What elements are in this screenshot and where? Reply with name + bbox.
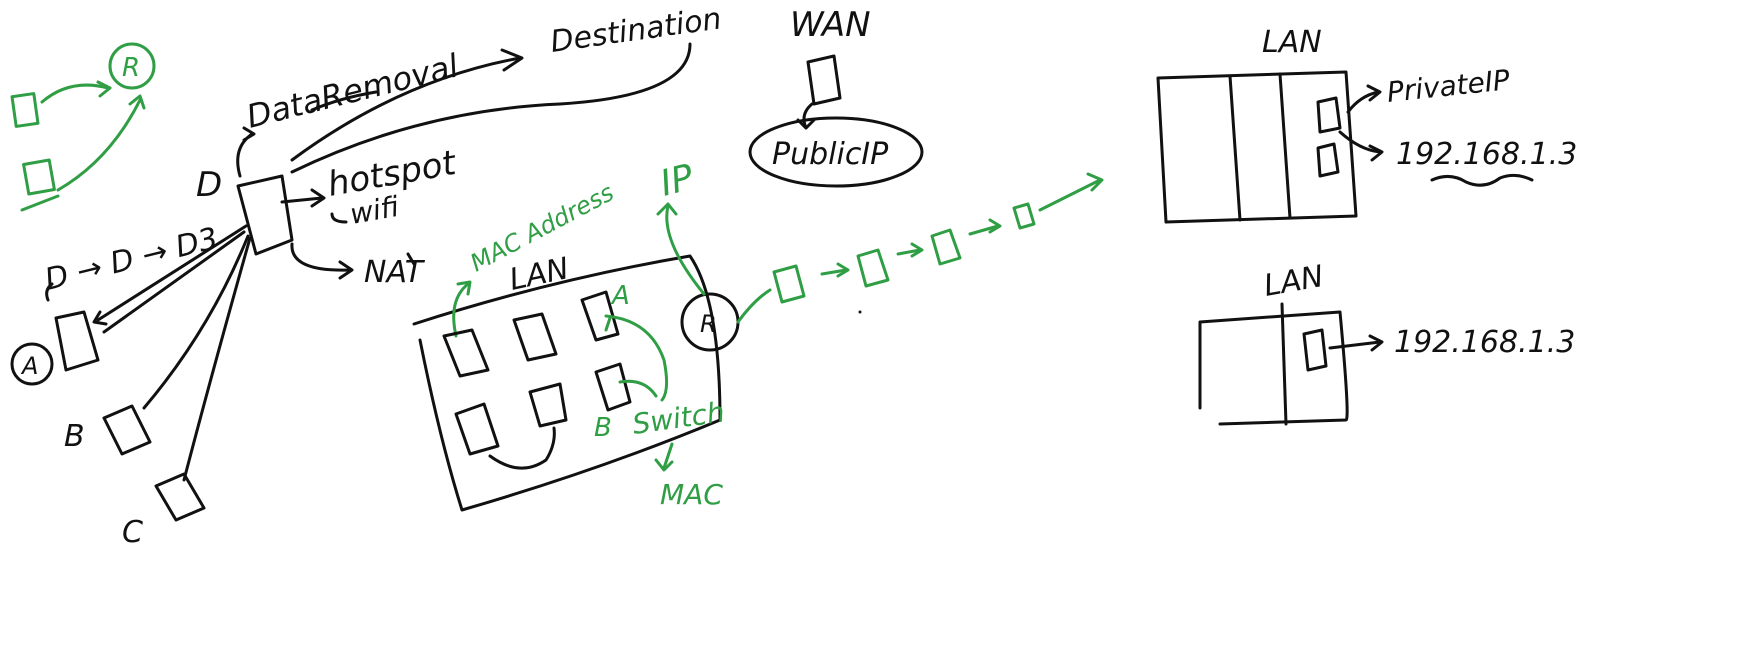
lan-device-5 bbox=[528, 382, 568, 428]
green-router-label: R bbox=[122, 53, 140, 83]
packet-2 bbox=[856, 248, 890, 288]
label-public-ip: PublicIP bbox=[772, 137, 889, 172]
lan-right-top-device-1 bbox=[1316, 96, 1342, 134]
lan-right-bottom-box bbox=[1198, 310, 1349, 426]
node-b-label: B bbox=[64, 419, 85, 454]
wan-device bbox=[806, 54, 842, 106]
node-a-label: A bbox=[20, 352, 38, 380]
node-c-label: C bbox=[122, 515, 143, 550]
green-phone-icon bbox=[10, 92, 40, 128]
label-switch: Switch bbox=[630, 395, 726, 441]
stray-dot bbox=[858, 310, 862, 314]
packet-4 bbox=[1012, 202, 1036, 230]
lan-device-4 bbox=[454, 402, 500, 456]
right-lan-bottom: LAN 192.168.1.3 bbox=[1198, 259, 1575, 426]
label-d-top: D bbox=[196, 165, 222, 205]
label-a-green: A bbox=[610, 281, 630, 311]
middle-lan-group: LAN MAC Address A B Switch MAC R IP bbox=[412, 157, 740, 512]
label-private-ip: PrivateIP bbox=[1385, 63, 1511, 109]
label-nat: NAT bbox=[364, 255, 426, 290]
label-destination: Destination bbox=[548, 1, 723, 60]
lan-right-bottom-device bbox=[1302, 328, 1328, 372]
label-lan-right-top: LAN bbox=[1262, 25, 1322, 60]
packet-1 bbox=[772, 264, 806, 304]
label-mac: MAC bbox=[660, 478, 723, 511]
lan-device-6 bbox=[594, 362, 632, 412]
packet-chain bbox=[736, 172, 1104, 324]
label-lan-mid: LAN bbox=[506, 251, 572, 298]
label-b-green: B bbox=[594, 413, 612, 443]
wan-group: WAN PublicIP bbox=[748, 5, 924, 188]
router-label: R bbox=[700, 310, 717, 338]
lan-right-top-device-2 bbox=[1316, 142, 1340, 178]
label-wan: WAN bbox=[790, 5, 871, 45]
node-c-device bbox=[154, 472, 206, 522]
label-wifi: wifi bbox=[347, 190, 401, 231]
lan-device-1 bbox=[442, 328, 490, 378]
green-devices-to-router: R bbox=[10, 42, 156, 212]
green-laptop-icon bbox=[22, 158, 56, 196]
label-ip-top: 192.168.1.3 bbox=[1396, 137, 1577, 172]
node-b-device bbox=[102, 404, 152, 456]
label-lan-right-bottom: LAN bbox=[1261, 259, 1326, 304]
right-lan-top: LAN PrivateIP 192.168.1.3 bbox=[1156, 25, 1577, 224]
label-ip-green: IP bbox=[656, 157, 698, 205]
whiteboard-canvas: R D DataRemoval Destination hotspot wifi… bbox=[10, 1, 1577, 550]
packet-3 bbox=[930, 228, 962, 266]
label-ip-bottom: 192.168.1.3 bbox=[1394, 325, 1575, 360]
node-a-device bbox=[54, 310, 100, 372]
lan-device-2 bbox=[512, 312, 558, 362]
